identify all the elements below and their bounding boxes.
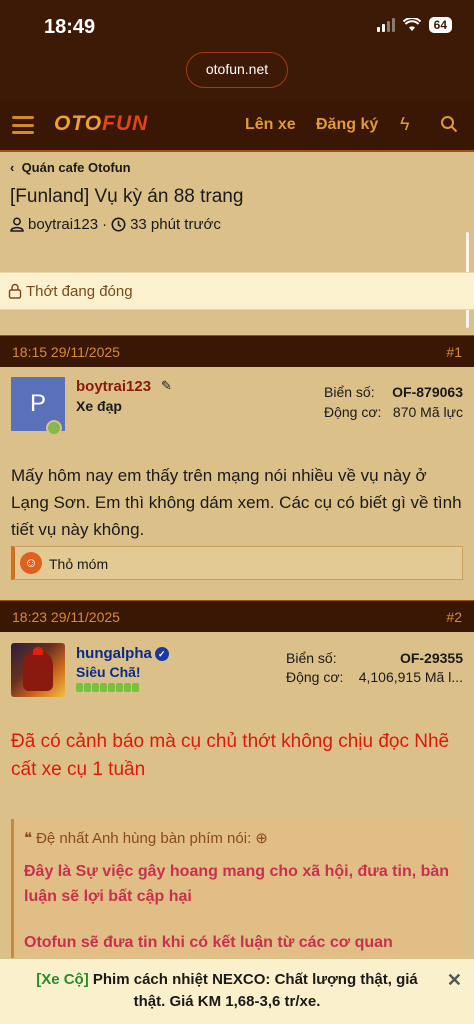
register-link[interactable]: Đăng ký [316,116,378,134]
ad-banner[interactable]: [Xe Cộ] Phim cách nhiệt NEXCO: Chất lượn… [0,958,474,1024]
thread-author[interactable]: boytrai123 [28,216,98,233]
post-datetime[interactable]: 18:23 29/11/2025 [12,609,120,625]
quote-author: Đệ nhất Anh hùng bàn phím nói: [36,829,252,847]
post-number[interactable]: #1 [446,344,462,360]
site-logo[interactable]: OTOFUN [54,112,148,136]
post-number[interactable]: #2 [446,609,462,625]
quote-text: Otofun sẽ đưa tin khi có kết luận từ các… [24,934,393,951]
reaction-label: Thỏ móm [49,556,109,572]
plate-value: OF-879063 [392,384,463,400]
user-rank: Siêu Chã! [76,664,141,680]
status-time: 18:49 [44,16,96,38]
engine-value: 4,106,915 Mã l... [358,669,463,685]
status-bar: 18:49 64 [0,0,474,52]
wifi-icon [402,18,421,31]
login-link[interactable]: Lên xe [245,116,296,134]
ad-text: Phim cách nhiệt NEXCO: Chất lượng thật, … [88,971,418,1010]
locked-label: Thớt đang đóng [26,283,133,300]
breadcrumb[interactable]: ‹ Quán cafe Otofun [10,160,131,175]
post-datetime[interactable]: 18:15 29/11/2025 [12,344,120,360]
locked-notice: Thớt đang đóng [0,272,474,310]
post-body: Mấy hôm nay em thấy trên mạng nói nhiều … [11,466,462,539]
engine-value: 870 Mã lực [392,404,463,420]
reaction-bar[interactable]: ☺ Thỏ móm [11,546,463,580]
browser-bar: otofun.net [0,52,474,100]
user-icon [10,217,24,232]
arrow-up-icon: ⊕ [255,830,268,847]
quote-block: ❝ Đệ nhất Anh hùng bàn phím nói: ⊕ Đây l… [11,819,463,969]
rank-bars [76,683,139,692]
quote-text: Đây là Sự việc gây hoang mang cho xã hội… [24,863,450,905]
thread-time[interactable]: 33 phút trước [130,216,221,233]
chevron-left-icon: ‹ [10,160,22,175]
quote-header[interactable]: ❝ Đệ nhất Anh hùng bàn phím nói: ⊕ [24,829,453,848]
bolt-icon[interactable]: ϟ [400,114,410,135]
close-icon[interactable]: ✕ [447,969,462,991]
thread-title: [Funland] Vụ kỳ án 88 trang [10,186,244,207]
pencil-icon: ✎ [161,378,172,393]
site-navbar: OTOFUN Lên xe Đăng ký ϟ [0,100,474,152]
post-author-row: hungalpha ✓ [76,645,169,662]
battery-icon: 64 [428,17,452,33]
status-icons: 64 [376,17,452,33]
quote-icon: ❝ [24,830,33,847]
search-icon[interactable] [440,115,458,133]
plate-label: Biển số: [324,384,375,400]
meta-separator: · [102,216,108,233]
ad-tag: [Xe Cộ] [36,971,89,988]
online-status-icon [46,420,62,436]
engine-label: Động cơ: [324,404,382,420]
reaction-icon: ☺ [20,552,42,574]
verified-icon: ✓ [154,646,169,661]
url-pill[interactable]: otofun.net [186,52,288,88]
plate-label: Biển số: [286,650,337,666]
avatar[interactable] [11,643,65,697]
menu-icon[interactable] [12,116,34,134]
user-rank: Xe đạp [76,398,122,414]
post-author[interactable]: hungalpha [76,645,152,662]
thread-meta: boytrai123 · 33 phút trước [10,216,221,233]
lock-icon [8,283,22,299]
clock-icon [111,217,126,232]
signal-icon [376,18,395,32]
plate-value: OF-29355 [399,650,463,666]
engine-label: Động cơ: [286,669,344,685]
rooster-image [23,651,53,691]
post-header: 18:15 29/11/2025 #1 [0,335,474,367]
post-body: Đã có cảnh báo mà cụ chủ thớt không chịu… [11,731,450,780]
post-header: 18:23 29/11/2025 #2 [0,600,474,632]
breadcrumb-label: Quán cafe Otofun [21,160,131,175]
post-author[interactable]: boytrai123 [76,378,151,395]
